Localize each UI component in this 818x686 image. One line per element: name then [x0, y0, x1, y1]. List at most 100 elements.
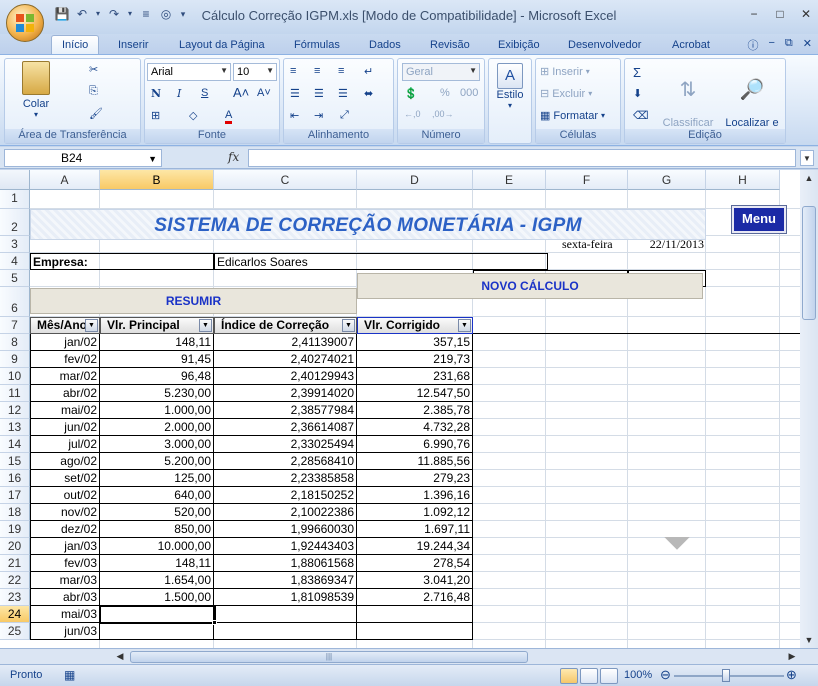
row-header-8[interactable]: 8 [0, 334, 30, 351]
menu-button[interactable]: Menu [731, 205, 787, 234]
row-header-23[interactable]: 23 [0, 589, 30, 606]
row-header-15[interactable]: 15 [0, 453, 30, 470]
table-cell[interactable]: jan/02 [30, 334, 100, 351]
table-cell[interactable]: jan/03 [30, 538, 100, 555]
table-cell[interactable]: 850,00 [100, 521, 214, 538]
table-cell[interactable]: 1,92443403 [214, 538, 357, 555]
row-header-12[interactable]: 12 [0, 402, 30, 419]
thousands-button[interactable]: 000 [460, 87, 478, 99]
align-center-icon[interactable]: ☰ [314, 87, 324, 100]
table-cell[interactable]: 2.385,78 [357, 402, 473, 419]
tab-inserir[interactable]: Inserir [118, 36, 149, 54]
filter-dropdown-icon[interactable]: ▼ [85, 319, 98, 332]
borders-icon[interactable]: ⊞ [151, 109, 160, 122]
formula-input[interactable] [248, 149, 796, 167]
tab-formulas[interactable]: Fórmulas [294, 36, 340, 54]
table-cell[interactable]: 1.697,11 [357, 521, 473, 538]
row-header-13[interactable]: 13 [0, 419, 30, 436]
column-header-e[interactable]: E [473, 170, 546, 190]
table-cell[interactable]: 2,40129943 [214, 368, 357, 385]
table-cell[interactable]: 2.716,48 [357, 589, 473, 606]
table-cell[interactable] [214, 606, 357, 623]
copy-icon[interactable]: ⎘ [89, 85, 98, 98]
filter-dropdown-icon[interactable]: ▼ [199, 319, 212, 332]
row-header-24[interactable]: 24 [0, 606, 30, 623]
column-header-h[interactable]: H [706, 170, 780, 190]
table-cell[interactable]: 2,38577984 [214, 402, 357, 419]
row-header-7[interactable]: 7 [0, 317, 30, 334]
macro-record-icon[interactable]: ▦ [64, 668, 75, 682]
autosum-icon[interactable]: Σ [633, 65, 641, 80]
tab-revisao[interactable]: Revisão [430, 36, 470, 54]
row-header-1[interactable]: 1 [0, 190, 30, 209]
table-cell[interactable]: abr/03 [30, 589, 100, 606]
align-right-icon[interactable]: ☰ [338, 87, 348, 100]
table-cell[interactable]: 2,39914020 [214, 385, 357, 402]
table-cell[interactable]: 10.000,00 [100, 538, 214, 555]
table-cell[interactable]: 1.000,00 [100, 402, 214, 419]
zoom-slider-thumb[interactable] [722, 669, 730, 682]
currency-icon[interactable]: 💲 [404, 87, 418, 100]
merge-center-icon[interactable]: ⬌ [364, 87, 373, 100]
ribbon-minimize-icon[interactable]: − [768, 37, 774, 53]
table-cell[interactable]: mar/03 [30, 572, 100, 589]
table-cell[interactable] [100, 623, 214, 640]
filter-dropdown-icon[interactable]: ▼ [458, 319, 471, 332]
maximize-icon[interactable]: □ [772, 6, 788, 22]
vertical-scroll-thumb[interactable] [802, 206, 816, 320]
zoom-in-icon[interactable]: ⊕ [786, 667, 797, 683]
font-name-select[interactable]: Arial ▼ [147, 63, 231, 81]
row-header-5[interactable]: 5 [0, 270, 30, 287]
row-header-20[interactable]: 20 [0, 538, 30, 555]
orientation-icon[interactable]: ⤢ [340, 109, 349, 122]
column-header-g[interactable]: G [628, 170, 706, 190]
table-cell[interactable]: 2,36614087 [214, 419, 357, 436]
row-header-16[interactable]: 16 [0, 470, 30, 487]
wrap-text-icon[interactable]: ↵ [364, 65, 373, 78]
minimize-icon[interactable]: − [746, 6, 762, 22]
table-cell[interactable]: 1,83869347 [214, 572, 357, 589]
scroll-down-icon[interactable]: ▼ [801, 632, 817, 648]
cut-icon[interactable]: ✂ [89, 63, 98, 76]
close-icon[interactable]: ✕ [798, 6, 814, 22]
table-cell[interactable]: 1.654,00 [100, 572, 214, 589]
underline-icon[interactable]: S [201, 87, 208, 99]
format-painter-icon[interactable]: 🖌 [89, 107, 103, 120]
row-header-14[interactable]: 14 [0, 436, 30, 453]
table-cell[interactable]: 2,23385858 [214, 470, 357, 487]
table-cell[interactable]: 1,81098539 [214, 589, 357, 606]
table-cell[interactable]: 1.092,12 [357, 504, 473, 521]
horizontal-scrollbar[interactable]: ◀ ||| ▶ [0, 648, 818, 664]
insert-function-icon[interactable]: fx [228, 150, 239, 164]
table-cell[interactable]: 5.200,00 [100, 453, 214, 470]
novo-calculo-button[interactable]: NOVO CÁLCULO [357, 273, 703, 299]
table-cell[interactable]: jun/02 [30, 419, 100, 436]
normal-view-icon[interactable] [560, 668, 578, 684]
zoom-out-icon[interactable]: ⊖ [660, 667, 671, 683]
table-cell[interactable]: 6.990,76 [357, 436, 473, 453]
expand-formula-icon[interactable]: ▼ [800, 150, 814, 166]
table-cell[interactable]: 11.885,56 [357, 453, 473, 470]
table-cell[interactable]: mai/02 [30, 402, 100, 419]
table-cell[interactable]: 640,00 [100, 487, 214, 504]
ribbon-restore-icon[interactable]: ⧉ [785, 37, 793, 53]
column-header-b[interactable]: B [100, 170, 214, 190]
table-cell[interactable]: 1.500,00 [100, 589, 214, 606]
table-cell[interactable]: 3.041,20 [357, 572, 473, 589]
table-cell[interactable] [214, 623, 357, 640]
table-cell[interactable]: 279,23 [357, 470, 473, 487]
table-cell[interactable]: mai/03 [30, 606, 100, 623]
tab-layout[interactable]: Layout da Página [179, 36, 265, 54]
empresa-value[interactable]: Edicarlos Soares [214, 253, 548, 270]
italic-icon[interactable]: I [177, 87, 181, 100]
column-header-d[interactable]: D [357, 170, 473, 190]
help-icon[interactable]: ⓘ [747, 37, 758, 53]
table-cell[interactable]: 96,48 [100, 368, 214, 385]
tab-exibicao[interactable]: Exibição [498, 36, 540, 54]
table-cell[interactable]: 357,15 [357, 334, 473, 351]
font-color-icon[interactable]: A [225, 109, 233, 124]
decrease-decimal-icon[interactable]: ,00→ [432, 109, 454, 119]
number-format-select[interactable]: Geral ▼ [402, 63, 480, 81]
table-cell[interactable] [357, 623, 473, 640]
ribbon-close-icon[interactable]: ✕ [803, 37, 812, 53]
